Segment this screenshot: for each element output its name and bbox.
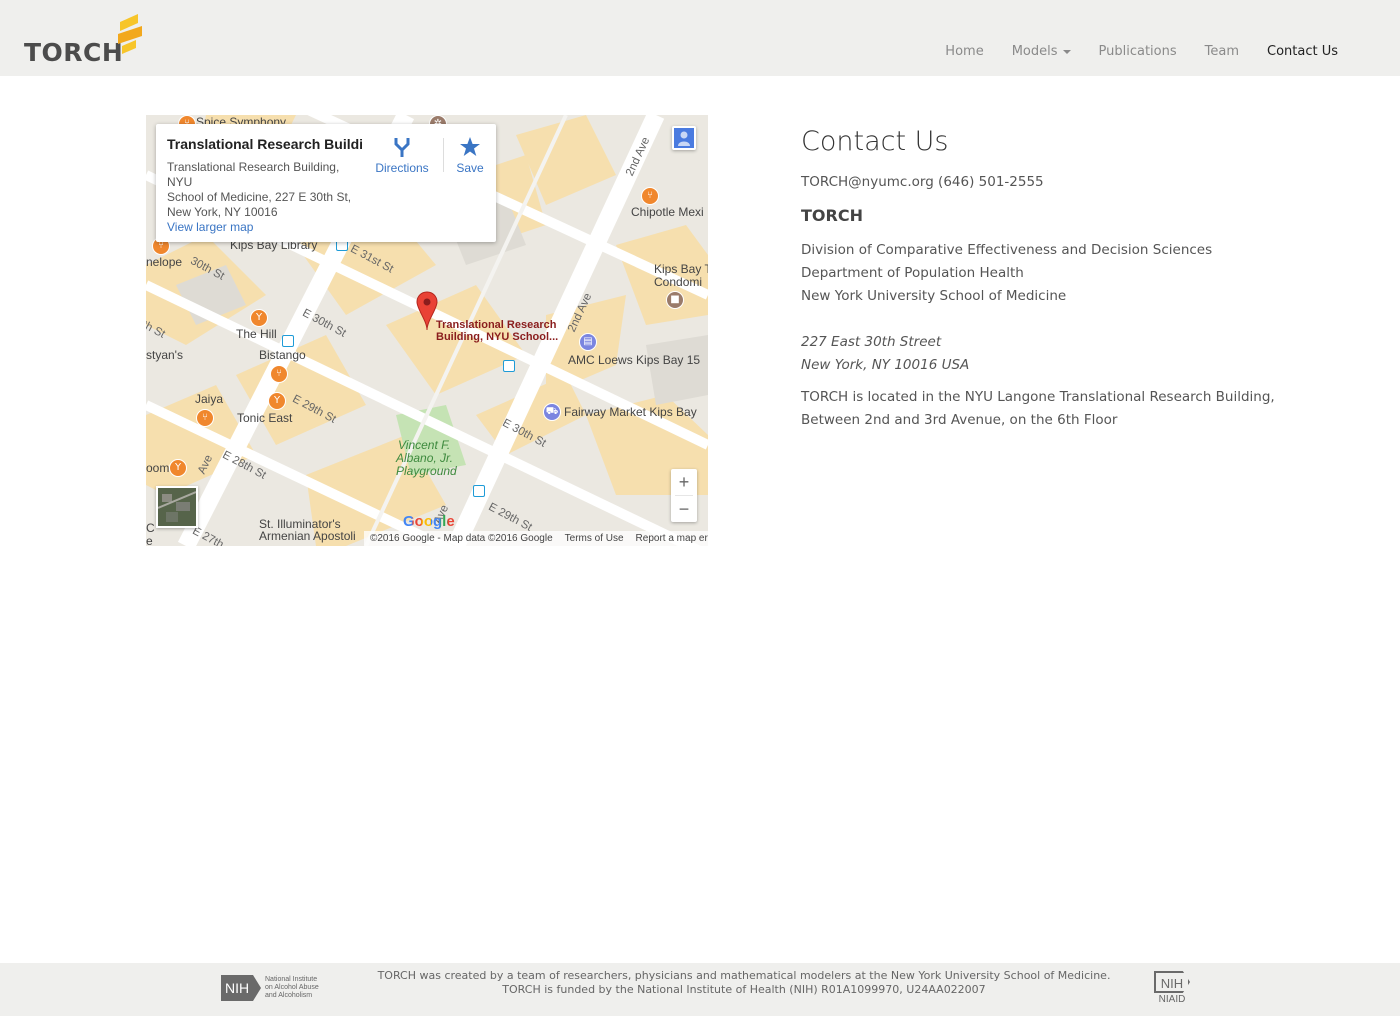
street-address: 227 East 30th Street xyxy=(801,334,942,350)
map-label-jaiya: Jaiya xyxy=(195,392,224,406)
place-title: Translational Research Buildi... xyxy=(167,136,362,152)
location-pin-icon[interactable] xyxy=(416,291,438,331)
page-title: Contact Us xyxy=(801,126,949,157)
footer-text: TORCH was created by a team of researche… xyxy=(340,969,1148,997)
map-label-park-1: Vincent F. xyxy=(398,438,451,452)
restaurant-icon[interactable]: ⑂ xyxy=(196,409,214,427)
department: Department of Population Health xyxy=(801,265,1024,281)
map-label-chipotle: Chipotle Mexi xyxy=(631,205,704,219)
address-line-2: School of Medicine, 227 E 30th St, xyxy=(167,190,352,204)
cinema-icon[interactable]: ▤ xyxy=(579,333,597,351)
map-label-bistango: Bistango xyxy=(259,348,306,362)
division: Division of Comparative Effectiveness an… xyxy=(801,242,1213,258)
restaurant-icon[interactable]: ⑂ xyxy=(270,365,288,383)
footer-line-1: TORCH was created by a team of researche… xyxy=(377,969,1111,982)
directions-label: Directions xyxy=(375,161,429,175)
nav-contact-us[interactable]: Contact Us xyxy=(1253,44,1352,59)
satellite-toggle[interactable] xyxy=(156,486,198,528)
school: New York University School of Medicine xyxy=(801,288,1067,304)
torch-flame-icon xyxy=(118,14,142,54)
nav-models-label: Models xyxy=(1011,44,1058,59)
person-icon xyxy=(674,128,694,148)
google-logo[interactable]: Google xyxy=(403,513,455,530)
footer-line-2: TORCH is funded by the National Institut… xyxy=(502,983,986,996)
directions-icon xyxy=(394,138,410,157)
niaid-label: NIAID xyxy=(1158,994,1186,1005)
view-larger-map-link[interactable]: View larger map xyxy=(167,220,253,234)
zoom-in-button[interactable]: + xyxy=(671,469,697,495)
map-label-amc: AMC Loews Kips Bay 15 xyxy=(568,353,701,367)
map-label-penelope: nelope xyxy=(146,255,183,269)
star-icon xyxy=(460,137,480,156)
map-label-illuminator-2: Armenian Apostoli xyxy=(259,529,356,543)
zoom-controls: + − xyxy=(671,469,697,522)
nih-badge: NIH xyxy=(221,975,261,1001)
logo-text: TORCH xyxy=(24,38,124,67)
place-info-card: Translational Research Buildi... Transla… xyxy=(156,124,496,242)
map-label-park-2: Albano, Jr. xyxy=(396,451,453,465)
transit-icon[interactable] xyxy=(473,485,485,497)
google-map[interactable]: Spice Symphony Kips Bay Library nelope 3… xyxy=(146,115,708,546)
card-divider xyxy=(443,138,444,172)
nav-publications[interactable]: Publications xyxy=(1085,44,1191,59)
map-label-styans: styan's xyxy=(146,348,183,362)
map-label-e-left: e xyxy=(146,534,153,546)
street-view-pegman-icon[interactable] xyxy=(672,126,696,150)
directions-button[interactable]: Directions xyxy=(372,136,432,175)
save-button[interactable]: Save xyxy=(450,136,490,175)
address-line-3: New York, NY 10016 xyxy=(167,205,278,219)
site-footer: NIH National Institute on Alcohol Abuse … xyxy=(0,963,1400,1016)
nav-team[interactable]: Team xyxy=(1191,44,1253,59)
bar-icon[interactable]: Y xyxy=(169,459,187,477)
city-address: New York, NY 10016 USA xyxy=(801,357,970,373)
map-label-fairway: Fairway Market Kips Bay xyxy=(564,405,697,419)
map-label-kips-condo-2: Condomi xyxy=(654,275,703,289)
transit-icon[interactable] xyxy=(503,360,515,372)
place-address: Translational Research Building, NYU Sch… xyxy=(167,160,367,220)
caret-down-icon xyxy=(1062,49,1071,54)
transit-icon[interactable] xyxy=(282,335,294,347)
address-line-1: Translational Research Building, NYU xyxy=(167,160,340,189)
pin-label-1: Translational Research xyxy=(436,319,557,331)
map-label-c-left: C xyxy=(146,521,155,535)
map-copyright: ©2016 Google - Map data ©2016 Google xyxy=(370,533,553,544)
shopping-cart-icon[interactable]: ⛟ xyxy=(543,403,561,421)
niaaa-logo: NIH National Institute on Alcohol Abuse … xyxy=(221,975,325,1003)
map-label-kips-condo-1: Kips Bay T xyxy=(654,262,708,276)
org-name: TORCH xyxy=(801,206,863,225)
site-header: TORCH Home Models Publications Team Cont… xyxy=(0,0,1400,76)
map-label-the-hill: The Hill xyxy=(236,327,277,341)
save-label: Save xyxy=(456,161,484,175)
nav-home[interactable]: Home xyxy=(931,44,997,59)
niaid-logo: NIH NIAID xyxy=(1152,971,1192,1011)
satellite-thumbnail-icon xyxy=(158,488,196,526)
building-icon[interactable]: ■ xyxy=(666,291,684,309)
map-label-boom: oom xyxy=(146,461,170,475)
pin-label-2: Building, NYU School... xyxy=(436,331,559,343)
map-label-tonic-east: Tonic East xyxy=(237,411,293,425)
zoom-out-button[interactable]: − xyxy=(671,496,697,522)
google-wordmark: Google xyxy=(403,513,455,530)
terms-of-use-link[interactable]: Terms of Use xyxy=(565,533,624,544)
location-line-2: Between 2nd and 3rd Avenue, on the 6th F… xyxy=(801,412,1118,428)
report-map-error-link[interactable]: Report a map error xyxy=(636,533,708,544)
restaurant-icon[interactable]: ⑂ xyxy=(641,187,659,205)
nih-badge-right: NIH xyxy=(1154,971,1190,993)
email-phone[interactable]: TORCH@nyumc.org (646) 501-2555 xyxy=(801,174,1044,190)
map-label-park-3: Playground xyxy=(396,464,457,478)
nav-models[interactable]: Models xyxy=(998,44,1085,59)
main-nav: Home Models Publications Team Contact Us xyxy=(931,44,1352,59)
bar-icon[interactable]: Y xyxy=(250,309,268,327)
map-attribution: ©2016 Google - Map data ©2016 Google Ter… xyxy=(364,531,708,546)
niaaa-text: National Institute on Alcohol Abuse and … xyxy=(265,976,319,999)
bar-icon[interactable]: Y xyxy=(268,392,286,410)
torch-logo[interactable]: TORCH xyxy=(24,14,154,70)
location-line-1: TORCH is located in the NYU Langone Tran… xyxy=(801,389,1275,405)
